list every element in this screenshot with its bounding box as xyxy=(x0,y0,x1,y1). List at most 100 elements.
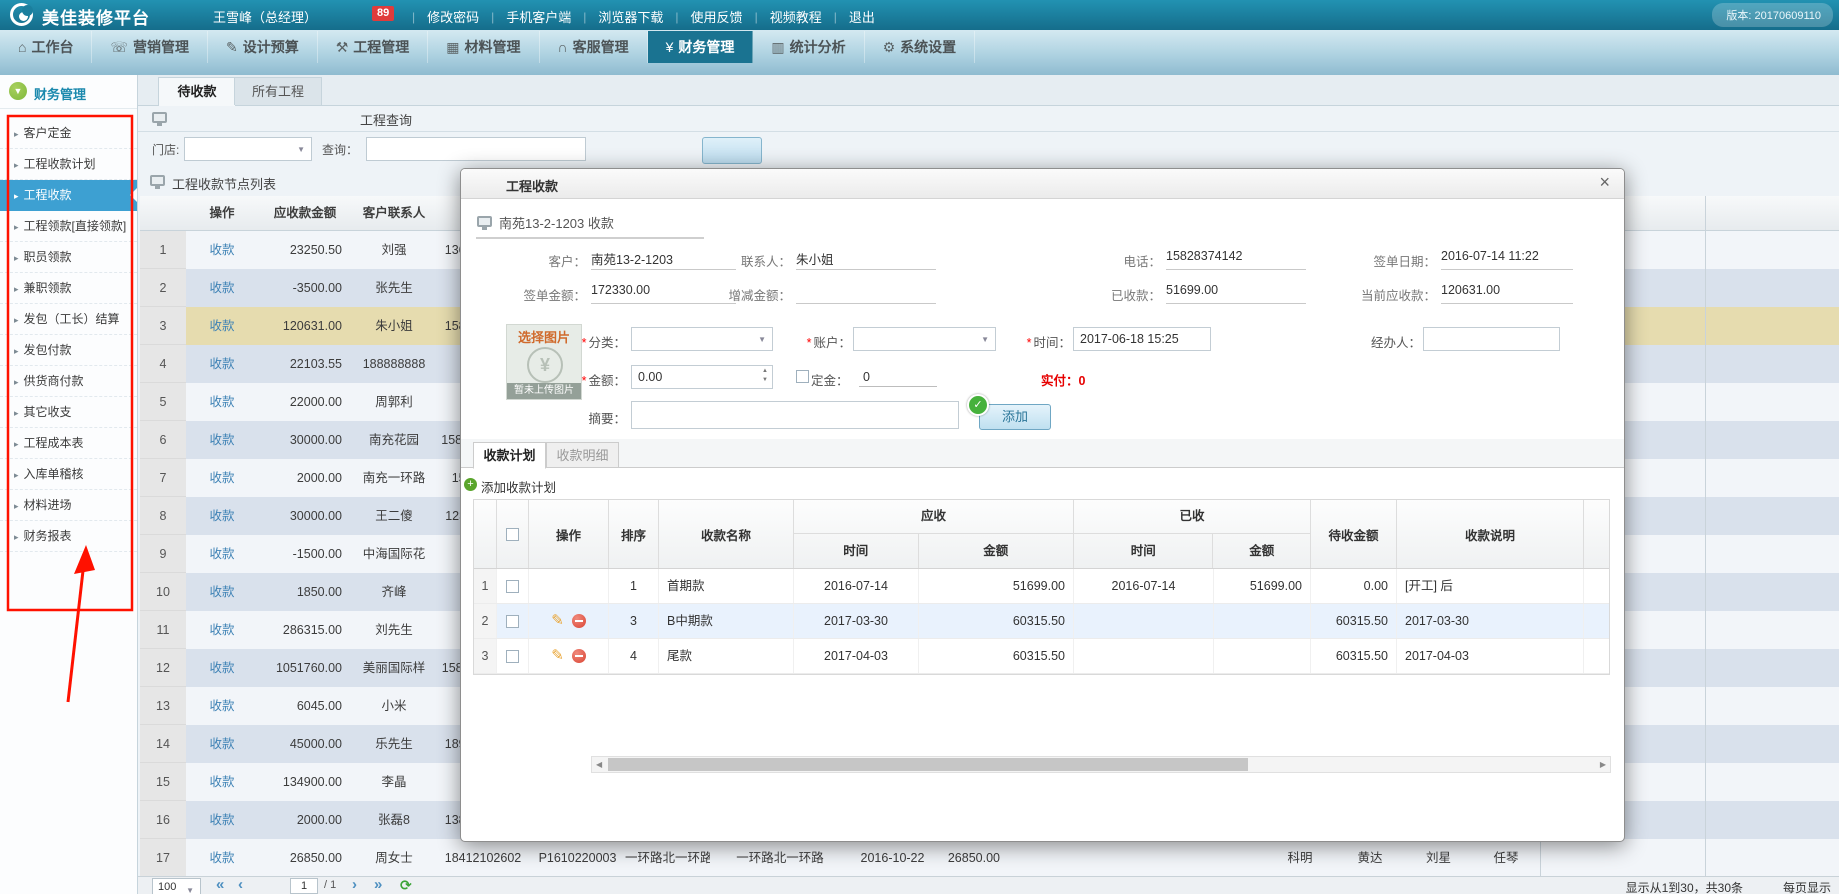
receive-link[interactable]: 收款 xyxy=(209,509,234,523)
logout-link[interactable]: 退出 xyxy=(849,7,875,26)
paid-label: 实付：0 xyxy=(1041,370,1085,389)
sidebar-item-contract-settle[interactable]: ▸发包（工长）结算 xyxy=(0,304,137,335)
col-group-received: 已收 时间金额 xyxy=(1074,500,1311,568)
amount-spinner[interactable]: ▲▼ xyxy=(759,367,771,385)
sign-amount-label: 签单金额： xyxy=(481,285,586,304)
account-select[interactable]: ▼ xyxy=(853,327,996,351)
change-password-link[interactable]: 修改密码 xyxy=(427,7,479,26)
sidebar-item-finance-report[interactable]: ▸财务报表 xyxy=(0,521,137,552)
delete-icon[interactable] xyxy=(572,649,586,663)
feedback-link[interactable]: 使用反馈 xyxy=(691,7,743,26)
sidebar-item-project-receive[interactable]: ▸工程收款 xyxy=(0,180,137,211)
receive-link[interactable]: 收款 xyxy=(209,243,234,257)
receive-link[interactable]: 收款 xyxy=(209,661,234,675)
sidebar-item-stockin-audit[interactable]: ▸入库单稽核 xyxy=(0,459,137,490)
nav-project[interactable]: ⚒工程管理 xyxy=(318,31,429,63)
receive-link[interactable]: 收款 xyxy=(209,547,234,561)
sidebar-item-cost-table[interactable]: ▸工程成本表 xyxy=(0,428,137,459)
divider: | xyxy=(755,10,758,24)
nav-material[interactable]: ▦材料管理 xyxy=(428,31,539,63)
next-page-button[interactable]: › xyxy=(352,875,357,894)
dialog-header[interactable]: 工程收款 × xyxy=(461,169,1624,199)
sidebar-item-parttime-draw[interactable]: ▸兼职领款 xyxy=(0,273,137,304)
scroll-right-icon[interactable]: ▶ xyxy=(1600,760,1606,769)
per-page-label: 每页显示 xyxy=(1783,879,1831,894)
row-checkbox[interactable] xyxy=(506,580,519,593)
receive-link[interactable]: 收款 xyxy=(209,357,234,371)
receive-link[interactable]: 收款 xyxy=(209,737,234,751)
sidebar-item-staff-draw[interactable]: ▸职员领款 xyxy=(0,242,137,273)
col-pending: 待收金额 xyxy=(1311,500,1397,568)
close-icon[interactable]: × xyxy=(1599,172,1610,193)
receive-link[interactable]: 收款 xyxy=(209,585,234,599)
query-panel-header[interactable]: 工程查询 xyxy=(138,105,1839,132)
home-icon: ⌂ xyxy=(18,31,26,63)
receive-link[interactable]: 收款 xyxy=(209,395,234,409)
time-input[interactable]: 2017-06-18 15:25 xyxy=(1073,327,1211,351)
nav-workbench[interactable]: ⌂工作台 xyxy=(0,31,92,63)
nav-statistics[interactable]: ▥统计分析 xyxy=(753,31,864,63)
collapse-icon[interactable]: ▼ xyxy=(9,82,27,100)
sidebar-item-customer-deposit[interactable]: ▸客户定金 xyxy=(0,118,137,149)
browser-download-link[interactable]: 浏览器下载 xyxy=(598,7,663,26)
page-number-input[interactable]: 1 xyxy=(290,878,318,894)
sidebar-item-project-draw[interactable]: ▸工程领款[直接领款] xyxy=(0,211,137,242)
scrollbar-thumb[interactable] xyxy=(608,758,1248,771)
video-tutorial-link[interactable]: 视频教程 xyxy=(770,7,822,26)
page-size-select[interactable]: 100▼ xyxy=(152,878,201,894)
prev-page-button[interactable]: ‹ xyxy=(238,875,243,894)
edit-icon[interactable]: ✎ xyxy=(551,639,564,673)
receive-link[interactable]: 收款 xyxy=(209,281,234,295)
tab-receive-detail[interactable]: 收款明细 xyxy=(546,442,619,468)
sidebar-item-other-inout[interactable]: ▸其它收支 xyxy=(0,397,137,428)
col-order: 排序 xyxy=(609,500,659,568)
edit-icon[interactable]: ✎ xyxy=(551,604,564,638)
sidebar-item-contract-pay[interactable]: ▸发包付款 xyxy=(0,335,137,366)
deposit-checkbox[interactable] xyxy=(796,370,809,383)
nav-marketing[interactable]: ☏营销管理 xyxy=(92,31,208,63)
sidebar-header[interactable]: ▼ 财务管理 xyxy=(0,75,137,109)
nav-customer-service[interactable]: ∩客服管理 xyxy=(540,31,648,63)
category-select[interactable]: ▼ xyxy=(631,327,773,351)
col-contact: 客户联系人 xyxy=(352,196,436,230)
receive-link[interactable]: 收款 xyxy=(209,319,234,333)
receive-link[interactable]: 收款 xyxy=(209,433,234,447)
horizontal-scrollbar[interactable]: ◀ ▶ xyxy=(591,756,1611,773)
select-all-checkbox[interactable] xyxy=(506,528,519,541)
nav-design-budget[interactable]: ✎设计预算 xyxy=(208,31,318,63)
add-button[interactable]: 添加 xyxy=(979,404,1051,430)
current-user[interactable]: 王雪峰（总经理） xyxy=(213,7,317,26)
nav-finance[interactable]: ¥财务管理 xyxy=(648,31,754,63)
last-page-button[interactable]: » xyxy=(374,875,382,894)
bullet-icon: ▸ xyxy=(14,129,19,139)
row-checkbox[interactable] xyxy=(506,650,519,663)
row-checkbox[interactable] xyxy=(506,615,519,628)
receive-link[interactable]: 收款 xyxy=(209,813,234,827)
receive-link[interactable]: 收款 xyxy=(209,471,234,485)
operator-input[interactable] xyxy=(1423,327,1560,351)
tab-all-projects[interactable]: 所有工程 xyxy=(234,77,322,105)
scroll-left-icon[interactable]: ◀ xyxy=(596,760,602,769)
search-button[interactable] xyxy=(702,137,762,164)
mobile-client-link[interactable]: 手机客户端 xyxy=(506,7,571,26)
nav-settings[interactable]: ⚙系统设置 xyxy=(865,31,976,63)
amount-input[interactable]: 0.00 xyxy=(631,365,773,389)
sidebar-item-material-enter[interactable]: ▸材料进场 xyxy=(0,490,137,521)
receive-link[interactable]: 收款 xyxy=(209,699,234,713)
receive-link[interactable]: 收款 xyxy=(209,851,234,865)
sidebar-item-supplier-pay[interactable]: ▸供货商付款 xyxy=(0,366,137,397)
add-plan-link[interactable]: + 添加收款计划 xyxy=(481,477,556,496)
app-window: 美佳装修平台 王雪峰（总经理） 89 | 修改密码 | 手机客户端 | 浏览器下… xyxy=(0,0,1839,894)
notification-badge[interactable]: 89 xyxy=(372,6,394,21)
first-page-button[interactable]: « xyxy=(216,875,224,894)
delete-icon[interactable] xyxy=(572,614,586,628)
receive-link[interactable]: 收款 xyxy=(209,623,234,637)
sidebar-item-receive-plan[interactable]: ▸工程收款计划 xyxy=(0,149,137,180)
tab-receive-plan[interactable]: 收款计划 xyxy=(473,442,546,469)
receive-link[interactable]: 收款 xyxy=(209,775,234,789)
search-input[interactable] xyxy=(366,137,586,161)
tab-pending-receive[interactable]: 待收款 xyxy=(158,77,236,106)
refresh-icon[interactable]: ⟳ xyxy=(400,877,412,894)
summary-input[interactable] xyxy=(631,401,959,429)
store-select[interactable]: ▼ xyxy=(184,137,312,161)
